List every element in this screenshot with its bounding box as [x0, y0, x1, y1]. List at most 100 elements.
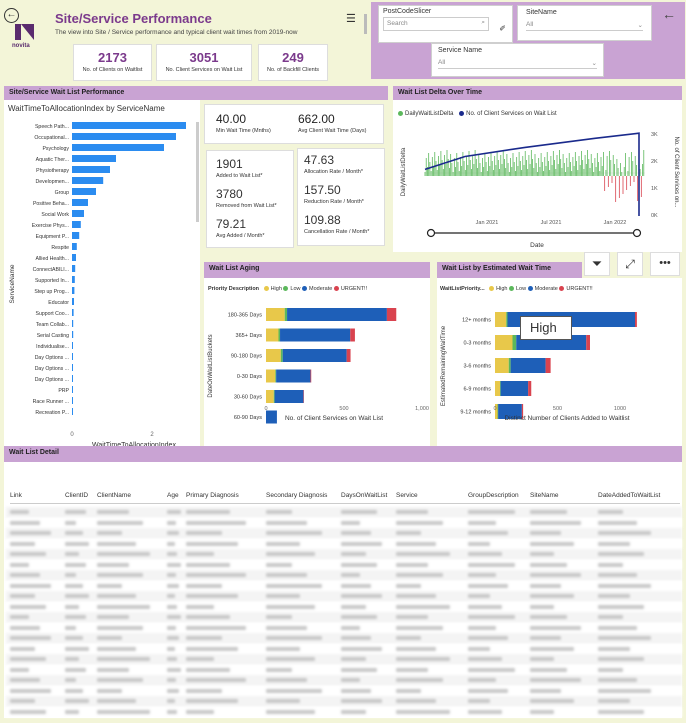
service-label: Race Runner ... [33, 399, 69, 405]
table-row[interactable] [6, 643, 682, 654]
stat-avg-added: 79.21 Avg Added / Month* [216, 217, 265, 239]
column-header[interactable]: ClientName [97, 492, 131, 499]
x-tick: 0 [70, 432, 74, 438]
search-input[interactable]: Search ⌕ [383, 17, 489, 31]
table-cell-placeholder [530, 615, 568, 619]
table-cell-placeholder [530, 531, 561, 535]
table-cell-placeholder [97, 604, 150, 609]
aging-chart: 180-365 Days 365+ Days 90-180 Days 0-30 Day… [208, 308, 429, 424]
table-row[interactable] [6, 580, 682, 591]
column-header[interactable]: DateAddedToWaitList [598, 492, 660, 499]
service-label: Serial Casting [37, 333, 69, 339]
table-row[interactable] [6, 517, 682, 528]
postcode-slicer[interactable]: PostCodeSlicer Search ⌕ ✐ [378, 5, 513, 43]
column-header[interactable]: Primary Diagnosis [186, 492, 239, 499]
table-row[interactable] [6, 675, 682, 686]
table-row[interactable] [6, 538, 682, 549]
table-row[interactable] [6, 528, 682, 539]
column-header[interactable]: Age [167, 492, 179, 499]
table-row[interactable] [6, 559, 682, 570]
stat-removed: 3780 Removed from Wait List* [216, 187, 277, 209]
table-row[interactable] [6, 570, 682, 581]
table-row[interactable] [6, 507, 682, 518]
table-cell-placeholder [65, 573, 77, 577]
table-cell-placeholder [396, 646, 436, 651]
table-cell-placeholder [598, 615, 623, 619]
table-row[interactable] [6, 549, 682, 560]
collapse-arrow-icon[interactable]: ← [662, 6, 676, 22]
table-cell-placeholder [65, 531, 83, 535]
stacked-bar-moderate [282, 349, 347, 362]
table-row[interactable] [6, 706, 682, 717]
service-label: Day Options ... [35, 377, 69, 383]
stacked-bar-moderate [287, 308, 387, 321]
stacked-bar-high [495, 358, 509, 373]
table-row[interactable] [6, 633, 682, 644]
service-label: ConnectABILI... [33, 267, 69, 273]
eraser-icon[interactable]: ✐ [499, 24, 506, 33]
table-cell-placeholder [167, 646, 175, 651]
table-cell-placeholder [167, 573, 176, 577]
stacked-bar-high [266, 369, 276, 383]
table-cell-placeholder [97, 678, 143, 682]
table-row[interactable] [6, 696, 682, 707]
table-cell-placeholder [167, 520, 176, 525]
service-chart-title: WaitTimeToAllocationIndex by ServiceName [8, 104, 165, 113]
table-cell-placeholder [167, 667, 182, 672]
more-options-icon[interactable]: ••• [650, 252, 680, 276]
y-tick-label: 3-6 months [463, 364, 491, 370]
table-cell-placeholder [468, 531, 509, 535]
service-label: Developmen... [36, 179, 69, 185]
table-row[interactable] [6, 622, 682, 633]
service-label: Exercise Phys... [32, 223, 69, 229]
stacked-bar-low [497, 404, 499, 419]
table-cell-placeholder [530, 636, 561, 640]
stacked-bar-low [280, 349, 283, 362]
table-row[interactable] [6, 591, 682, 602]
table-row[interactable] [6, 654, 682, 665]
table-cell-placeholder [65, 699, 89, 703]
y-axis-label: EstimatedRemainingWaitTime [441, 325, 447, 406]
service-bar [72, 144, 164, 151]
servicename-slicer[interactable]: Service Name All ⌄ [431, 43, 604, 77]
column-header[interactable]: ClientID [65, 492, 88, 499]
stat-min-wait: 40.00 Min Wait Time (Mnths) [216, 112, 271, 134]
column-header[interactable]: DaysOnWaitList [341, 492, 387, 499]
column-header[interactable]: GroupDescription [468, 492, 519, 499]
y-axis-label-left: DailyWaitListDelta [401, 147, 407, 196]
expand-icon[interactable]: ⤢ [617, 252, 643, 276]
column-header[interactable]: Link [10, 492, 22, 499]
table-cell-placeholder [396, 636, 422, 640]
table-cell-placeholder [530, 709, 554, 714]
sitename-dropdown[interactable]: All ⌄ [526, 19, 643, 31]
column-header[interactable]: SiteName [530, 492, 559, 499]
servicename-dropdown[interactable]: All ⌄ [438, 57, 597, 69]
table-cell-placeholder [530, 646, 575, 651]
column-header[interactable]: Secondary Diagnosis [266, 492, 327, 499]
table-cell-placeholder [530, 625, 581, 630]
back-button[interactable]: ← [4, 8, 19, 23]
table-cell-placeholder [530, 541, 575, 546]
table-cell-placeholder [598, 657, 644, 661]
filter-icon[interactable]: ⏷ [584, 252, 610, 276]
x-tick: Jan 2022 [604, 220, 627, 226]
table-cell-placeholder [598, 510, 623, 514]
table-cell-placeholder [341, 552, 366, 556]
menu-icon[interactable]: ☰ [346, 12, 356, 25]
table-cell-placeholder [266, 657, 315, 661]
column-header[interactable]: Service [396, 492, 418, 499]
table-cell-placeholder [167, 615, 182, 619]
table-cell-placeholder [186, 678, 246, 682]
scrollbar[interactable] [364, 14, 367, 34]
service-bar [72, 364, 73, 371]
table-row[interactable] [6, 685, 682, 696]
sitename-slicer[interactable]: SiteName All ⌄ [517, 5, 652, 41]
table-cell-placeholder [97, 646, 136, 651]
service-bar [72, 331, 74, 338]
stat-reduction-rate: 157.50 Reduction Rate / Month* [304, 183, 364, 205]
table-row[interactable] [6, 601, 682, 612]
delta-legend: DailyWaitListDelta No. of Client Service… [398, 111, 557, 117]
stat-alloc-rate: 47.63 Allocation Rate / Month* [304, 153, 364, 175]
table-row[interactable] [6, 664, 682, 675]
table-row[interactable] [6, 612, 682, 623]
